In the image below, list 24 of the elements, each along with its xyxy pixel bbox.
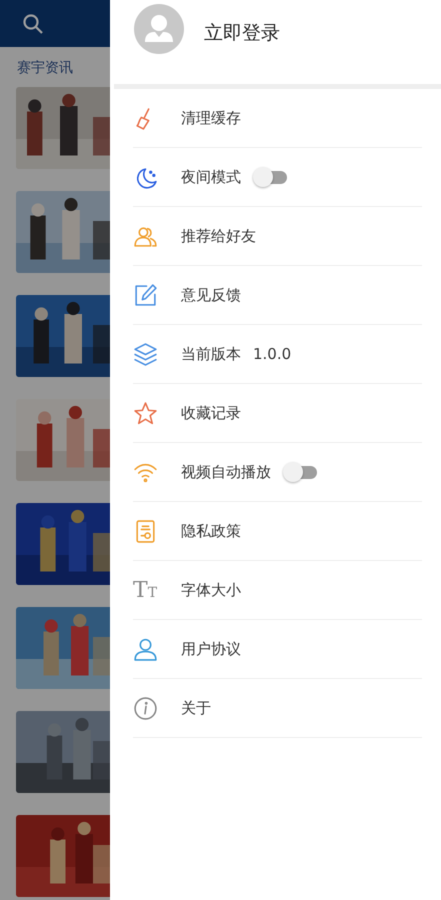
menu-item[interactable]: 隐私政策 bbox=[181, 522, 241, 540]
search-icon[interactable] bbox=[22, 12, 44, 34]
info-icon bbox=[133, 696, 158, 720]
menu-item[interactable]: 关于 bbox=[181, 698, 211, 718]
star-icon bbox=[133, 400, 158, 426]
menu-item[interactable]: 意见反馈 bbox=[181, 286, 241, 304]
user-icon bbox=[133, 636, 158, 662]
menu-item[interactable]: 清理缓存 bbox=[181, 108, 241, 128]
version-number: 1.0.0 bbox=[253, 345, 292, 363]
section-title: 赛宇资讯 bbox=[16, 59, 74, 78]
avatar-icon[interactable] bbox=[134, 4, 184, 54]
menu-item[interactable]: 用户协议 bbox=[181, 640, 241, 658]
toggle-switch[interactable] bbox=[253, 167, 287, 187]
menu-item[interactable]: 收藏记录 bbox=[181, 404, 241, 422]
toggle-switch[interactable] bbox=[283, 462, 317, 482]
menu-item[interactable]: 夜间模式 bbox=[181, 168, 241, 186]
layers-icon bbox=[133, 342, 158, 366]
menu-item[interactable]: 当前版本 bbox=[181, 344, 241, 364]
login-link[interactable]: 立即登录 bbox=[204, 20, 280, 46]
menu-item[interactable]: 字体大小 bbox=[181, 580, 241, 600]
menu-item[interactable]: 推荐给好友 bbox=[181, 226, 256, 246]
menu-item[interactable]: 视频自动播放 bbox=[181, 462, 271, 482]
font-size-icon: TT bbox=[133, 578, 158, 602]
edit-icon bbox=[133, 282, 158, 308]
